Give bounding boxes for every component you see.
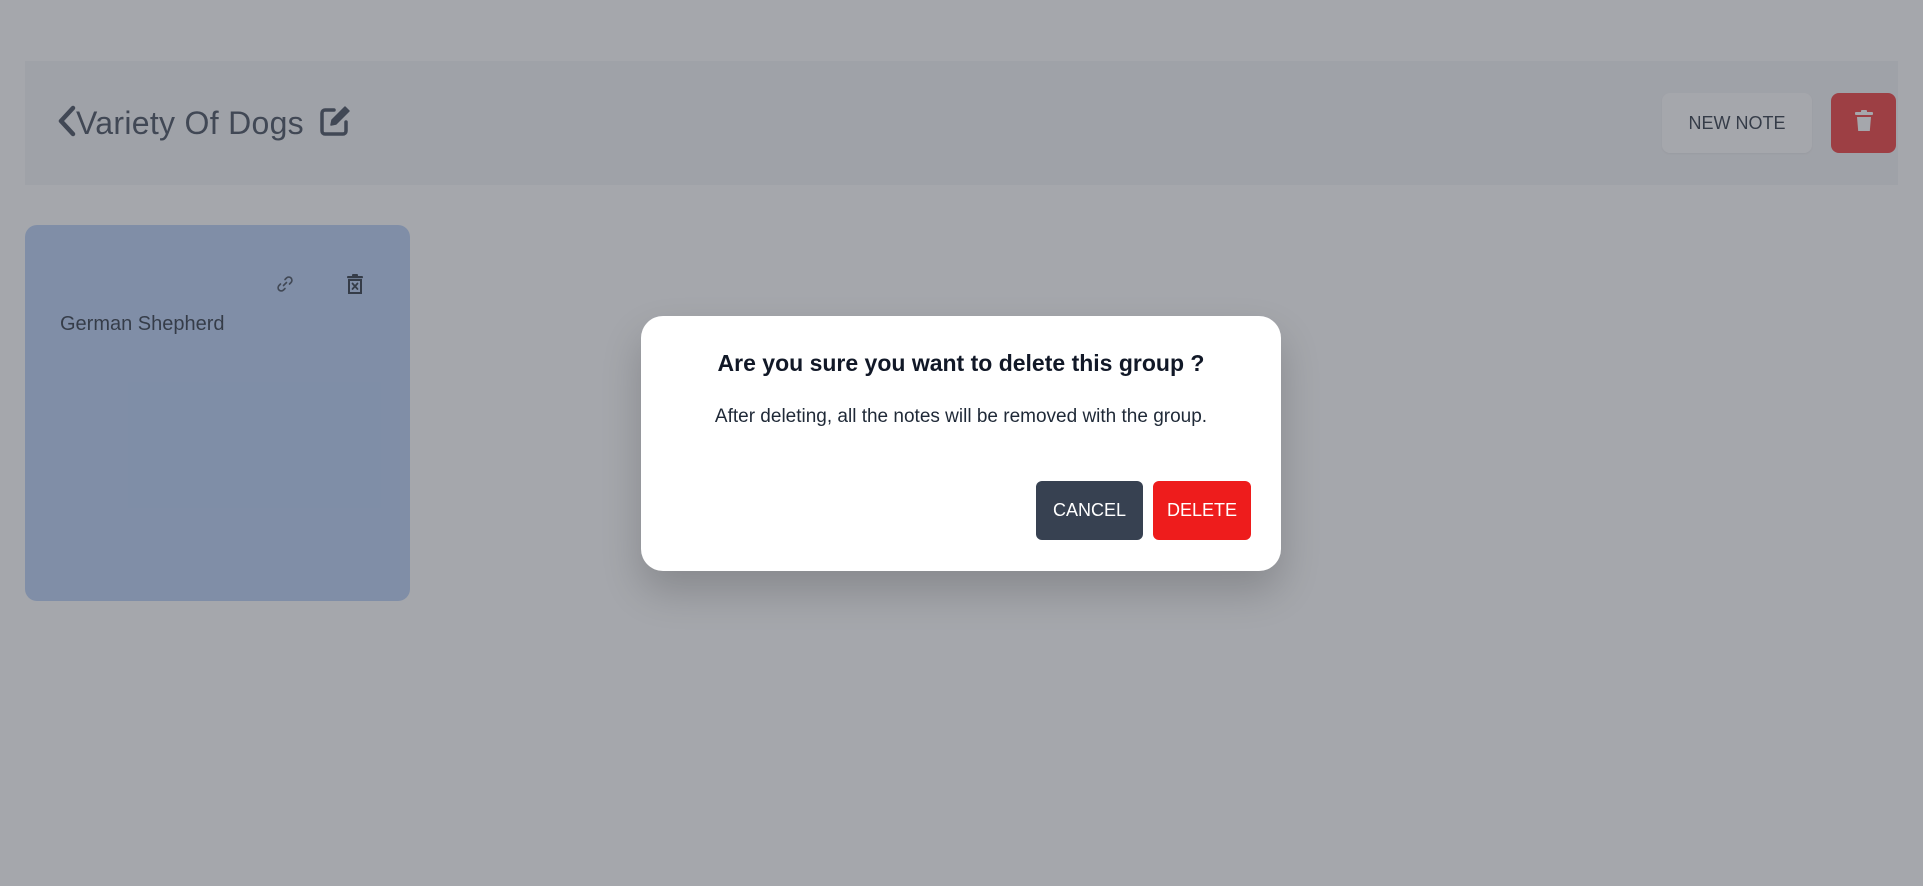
dialog-title: Are you sure you want to delete this gro… — [717, 350, 1205, 376]
delete-group-dialog: Are you sure you want to delete this gro… — [641, 316, 1281, 571]
dialog-message: After deleting, all the notes will be re… — [714, 406, 1208, 427]
page: Variety Of Dogs NEW NOTE — [0, 0, 1923, 886]
confirm-delete-button[interactable]: DELETE — [1153, 481, 1251, 540]
cancel-button[interactable]: CANCEL — [1036, 481, 1143, 540]
